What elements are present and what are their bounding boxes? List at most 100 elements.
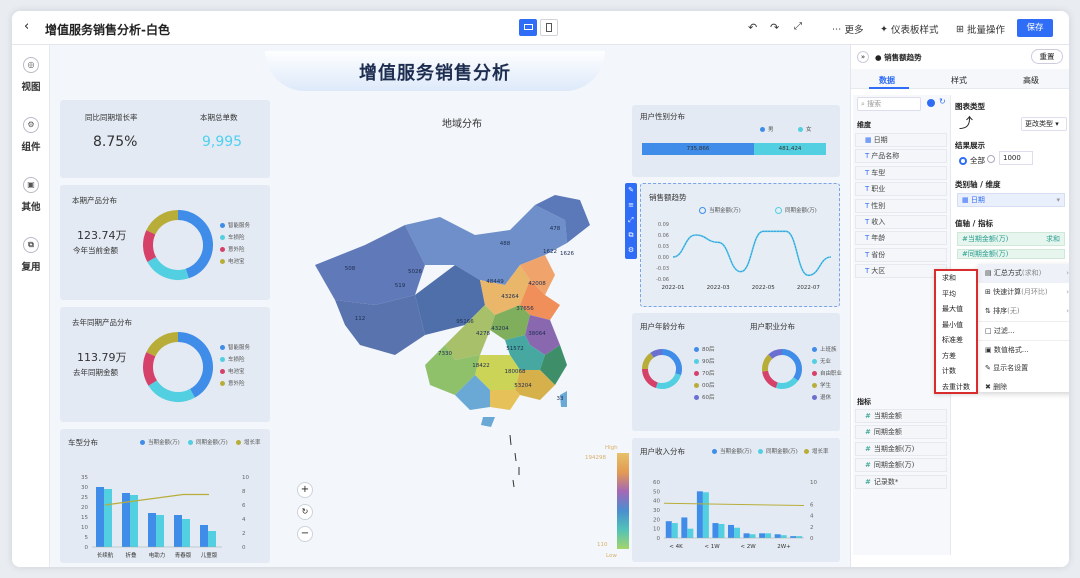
gender-bar-male[interactable]: 735,866 (642, 143, 754, 155)
bar-previous[interactable] (702, 492, 709, 538)
expand-icon[interactable]: ⤢ (625, 213, 637, 228)
aggregation-option[interactable]: 去重计数 (936, 380, 976, 396)
measure-field[interactable]: # 记录数* (855, 474, 947, 489)
dimension-field[interactable]: T 收入 (855, 215, 947, 229)
sidebar-item-reuse[interactable]: ⧉ 复用 (12, 237, 50, 273)
donut-slice[interactable] (642, 368, 658, 389)
collapse-icon[interactable]: » (857, 51, 869, 63)
measure-field[interactable]: # 同期金额(万) (855, 458, 947, 473)
aggregation-option[interactable]: 求和 (936, 271, 976, 287)
zoom-in-button[interactable]: + (297, 482, 313, 498)
previous-line[interactable] (672, 230, 832, 277)
sidebar-item-other[interactable]: ▣ 其他 (12, 177, 50, 213)
context-menu-item[interactable]: ✖ 删除 (978, 378, 1069, 397)
bar-previous[interactable] (734, 527, 740, 538)
tab-data[interactable]: 数据 (879, 75, 895, 86)
bar-current[interactable] (759, 533, 766, 538)
copy-icon[interactable]: ⧉ (625, 228, 637, 243)
donut-slice[interactable] (781, 349, 802, 381)
map-region-hainan[interactable] (481, 417, 495, 427)
kpi-card[interactable]: 同比同期增长率 8.75% 本期总单数 9,995 (60, 100, 270, 178)
result-count-input[interactable]: 1000 (999, 151, 1033, 165)
sidebar-item-view[interactable]: ◎ 视图 (12, 57, 50, 93)
reset-button[interactable]: 重置 (1031, 49, 1063, 64)
context-menu-item[interactable]: ⇅ 排序(无) › (978, 302, 1069, 321)
change-type-select[interactable]: 更改类型 ▾ (1021, 117, 1067, 131)
tab-advanced[interactable]: 高级 (1023, 75, 1039, 86)
bar-previous[interactable] (718, 524, 725, 538)
bar-current[interactable] (728, 524, 734, 538)
bar-previous[interactable] (796, 536, 803, 538)
bar-current[interactable] (174, 515, 182, 547)
bar-previous[interactable] (130, 495, 138, 547)
desktop-view-icon[interactable] (519, 19, 537, 36)
bar-current[interactable] (743, 533, 750, 538)
donut-slice[interactable] (762, 370, 778, 389)
settings-icon[interactable]: ⚙ (625, 243, 637, 258)
edit-icon[interactable]: ✎ (625, 183, 637, 198)
refresh-icon[interactable]: ↻ (939, 97, 946, 106)
tab-style[interactable]: 样式 (951, 75, 967, 86)
dimension-field[interactable]: ▦ 日期 (855, 133, 947, 147)
donut-slice[interactable] (143, 230, 157, 262)
aggregation-option[interactable]: 计数 (936, 364, 976, 380)
donut-slice[interactable] (143, 352, 158, 386)
bar-current[interactable] (696, 491, 703, 538)
bar-previous[interactable] (749, 534, 756, 538)
back-icon[interactable]: ‹ (24, 19, 29, 34)
china-map[interactable]: 478 488 1622 1626 508 5026 519 48449 42008 43264 3… (305, 195, 635, 495)
bar-current[interactable] (774, 534, 781, 538)
context-menu-item[interactable]: ⊞ 快速计算(月环比) › (978, 283, 1069, 302)
aggregation-option[interactable]: 标准差 (936, 333, 976, 349)
car-type-card[interactable]: 车型分布 当期金额(万) 同期金额(万) 增长率 35 30 25 20 15 10 5 0 1… (60, 429, 270, 563)
donut-slice[interactable] (177, 210, 213, 279)
color-scale-bar[interactable] (617, 453, 629, 549)
bar-previous[interactable] (780, 535, 787, 538)
measure-field[interactable]: # 当期金额 (855, 409, 947, 423)
dimension-field[interactable]: T 产品名称 (855, 149, 947, 164)
aggregation-option[interactable]: 平均 (936, 287, 976, 303)
gender-card[interactable]: 用户性别分布 男 女 735,866 481,424 (632, 105, 840, 177)
result-all-radio[interactable]: 全部 (959, 155, 985, 166)
sales-trend-card[interactable]: 销售额趋势 当期金额(万) 同期金额(万) 0.09 0.06 0.03 0.00 -0… (640, 183, 840, 307)
donut-slice[interactable] (146, 332, 179, 357)
dimension-field[interactable]: T 年龄 (855, 231, 947, 246)
batch-operation-button[interactable]: ⊞ 批量操作 (956, 22, 1005, 37)
age-job-card[interactable]: 用户年龄分布 用户职业分布 80后 90后 70后 00后 60后 上班族 无业 自由职业 学生… (632, 313, 842, 431)
map-region-guangdong[interactable] (490, 390, 520, 410)
measure-field[interactable]: # 同期金额 (855, 425, 947, 440)
bar-previous[interactable] (687, 528, 694, 538)
redo-icon[interactable]: ↷ (770, 21, 779, 34)
aggregation-option[interactable]: 方差 (936, 349, 976, 365)
bar-previous[interactable] (765, 533, 772, 538)
donut-slice[interactable] (177, 332, 213, 398)
context-menu-item[interactable]: ▣ 数值格式... (978, 340, 1069, 359)
bar-current[interactable] (200, 525, 208, 547)
map-region-tibet[interactable] (335, 295, 425, 355)
line-chart-type-icon[interactable]: ⤴ (959, 113, 973, 133)
filter-icon[interactable]: ≡ (625, 198, 637, 213)
context-menu-item[interactable]: ▤ 汇总方式(求和) › (978, 264, 1069, 283)
dimension-field[interactable]: T 省份 (855, 247, 947, 262)
result-count-radio[interactable] (987, 155, 995, 163)
undo-icon[interactable]: ↶ (748, 21, 757, 34)
last-year-product-card[interactable]: 去年同期产品分布 113.79万 去年同期金额 智能服务 车损险 电池宝 意外险 (60, 307, 270, 422)
save-button[interactable]: 保存 (1017, 19, 1053, 37)
category-field-chip[interactable]: ▦ 日期 ▾ (957, 193, 1065, 207)
growth-line[interactable] (104, 493, 209, 506)
donut-slice[interactable] (661, 349, 682, 376)
income-card[interactable]: 用户收入分布 当期金额(万) 同期金额(万) 增长率 60 50 40 30 20 10 0… (632, 438, 840, 562)
bar-current[interactable] (665, 521, 672, 538)
product-distribution-card[interactable]: 本期产品分布 123.74万 今年当前金额 智能服务 车损险 意外险 电池宝 (60, 185, 270, 300)
dimension-field[interactable]: T 车型 (855, 165, 947, 180)
donut-slice[interactable] (650, 349, 663, 358)
bar-previous[interactable] (182, 519, 190, 547)
donut-slice[interactable] (762, 354, 773, 372)
expand-icon[interactable]: ⤢ (794, 21, 802, 32)
gender-bar-female[interactable]: 481,424 (754, 143, 826, 155)
donut-slice[interactable] (147, 256, 189, 280)
bar-previous[interactable] (104, 489, 112, 547)
bar-current[interactable] (681, 517, 688, 538)
bar-current[interactable] (122, 493, 130, 547)
dimension-field[interactable]: T 性别 (855, 198, 947, 213)
